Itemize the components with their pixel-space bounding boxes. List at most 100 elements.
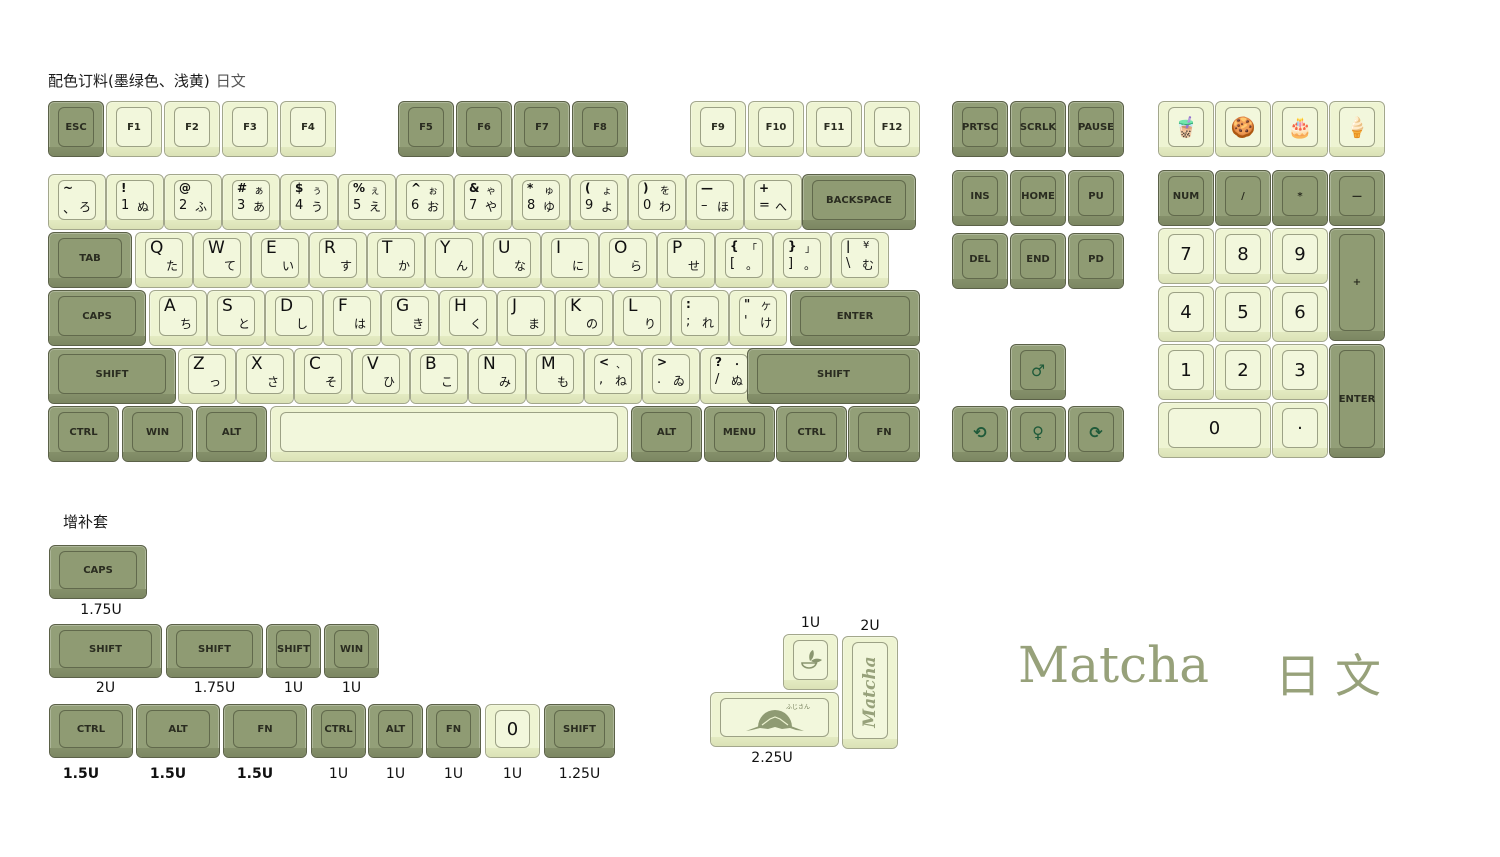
key-f8[interactable]: F8 xyxy=(572,101,628,157)
key-num-enter[interactable]: ENTER xyxy=(1329,344,1385,458)
key-num-0[interactable]: 0 xyxy=(1158,402,1271,458)
key-home[interactable]: HOME xyxy=(1010,170,1066,226)
key-f3[interactable]: F3 xyxy=(222,101,278,157)
novelty-key-tea[interactable] xyxy=(783,634,838,690)
key-num-6[interactable]: 6 xyxy=(1272,286,1328,342)
key-b[interactable]: Bこ xyxy=(410,348,468,404)
key-f2[interactable]: F2 xyxy=(164,101,220,157)
key-y[interactable]: Yん xyxy=(425,232,483,288)
key-ctrl-right[interactable]: CTRL xyxy=(776,406,847,462)
extra-key-ctrl-3[interactable]: CTRL xyxy=(311,704,366,758)
key-backspace[interactable]: BACKSPACE xyxy=(802,174,916,230)
key-q-sym-1[interactable]: }] 」。 xyxy=(773,232,831,288)
key-q-sym-2[interactable]: | \ ¥ む xyxy=(831,232,889,288)
key-f7[interactable]: F7 xyxy=(514,101,570,157)
key-caps[interactable]: CAPS xyxy=(48,290,146,346)
key-num-9[interactable]: 9 xyxy=(1272,228,1328,284)
key-r[interactable]: Rす xyxy=(309,232,367,288)
extra-key-0-6[interactable]: 0 xyxy=(485,704,540,758)
key-num-divide[interactable]: / xyxy=(1215,170,1271,226)
key-macro-1[interactable]: 🧋 xyxy=(1158,101,1214,157)
key-num-plus[interactable]: + xyxy=(1329,228,1385,341)
key-spacebar[interactable] xyxy=(270,406,628,462)
key-f11[interactable]: F11 xyxy=(806,101,862,157)
extra-key-alt-4[interactable]: ALT xyxy=(368,704,423,758)
key-h[interactable]: Hく xyxy=(439,290,497,346)
key-num-1[interactable]: 1 xyxy=(1158,344,1214,400)
key-number-12[interactable]: + = へ xyxy=(744,174,802,230)
extra-key-ctrl-0[interactable]: CTRL xyxy=(49,704,133,758)
key-alt-left[interactable]: ALT xyxy=(196,406,267,462)
key-numlock[interactable]: NUM xyxy=(1158,170,1214,226)
key-macro-3[interactable]: 🎂 xyxy=(1272,101,1328,157)
key-a-sym-1[interactable]: " ' ケけ xyxy=(729,290,787,346)
key-pu[interactable]: PU xyxy=(1068,170,1124,226)
key-f12[interactable]: F12 xyxy=(864,101,920,157)
key-num-multiply[interactable]: * xyxy=(1272,170,1328,226)
key-del[interactable]: DEL xyxy=(952,233,1008,289)
extra-key-alt-1[interactable]: ALT xyxy=(136,704,220,758)
key-q[interactable]: Qた xyxy=(135,232,193,288)
key-number-11[interactable]: — – ほ xyxy=(686,174,744,230)
key-num-4[interactable]: 4 xyxy=(1158,286,1214,342)
key-esc[interactable]: ESC xyxy=(48,101,104,157)
key-enter[interactable]: ENTER xyxy=(790,290,920,346)
key-macro-2[interactable]: 🍪 xyxy=(1215,101,1271,157)
key-number-1[interactable]: ! 1 ぬ xyxy=(106,174,164,230)
key-f9[interactable]: F9 xyxy=(690,101,746,157)
key-ins[interactable]: INS xyxy=(952,170,1008,226)
key-fn[interactable]: FN xyxy=(848,406,920,462)
key-pause[interactable]: PAUSE xyxy=(1068,101,1124,157)
key-z-sym-1[interactable]: >. ゐ xyxy=(642,348,700,404)
key-t[interactable]: Tか xyxy=(367,232,425,288)
key-arrow-down[interactable]: ♀ xyxy=(1010,406,1066,462)
key-i[interactable]: Iに xyxy=(541,232,599,288)
key-a-sym-0[interactable]: :; れ xyxy=(671,290,729,346)
key-g[interactable]: Gき xyxy=(381,290,439,346)
key-shift-right[interactable]: SHIFT xyxy=(747,348,920,404)
novelty-key-matcha[interactable]: Matcha xyxy=(842,636,898,749)
key-num-dot[interactable]: · xyxy=(1272,402,1328,458)
key-menu[interactable]: MENU xyxy=(704,406,775,462)
key-number-6[interactable]: ^ 6 ぉお xyxy=(396,174,454,230)
key-num-7[interactable]: 7 xyxy=(1158,228,1214,284)
key-l[interactable]: Lり xyxy=(613,290,671,346)
key-z[interactable]: Zっ xyxy=(178,348,236,404)
key-tab[interactable]: TAB xyxy=(48,232,132,288)
key-num-5[interactable]: 5 xyxy=(1215,286,1271,342)
key-f10[interactable]: F10 xyxy=(748,101,804,157)
key-q-sym-0[interactable]: {[「。 xyxy=(715,232,773,288)
key-o[interactable]: Oら xyxy=(599,232,657,288)
key-win[interactable]: WIN xyxy=(122,406,193,462)
key-num-2[interactable]: 2 xyxy=(1215,344,1271,400)
extra-key-caps[interactable]: CAPS xyxy=(49,545,147,599)
key-z-sym-0[interactable]: <, 、ね xyxy=(584,348,642,404)
key-u[interactable]: Uな xyxy=(483,232,541,288)
extra-key-shift-7[interactable]: SHIFT xyxy=(544,704,615,758)
extra-key-shift-2[interactable]: SHIFT xyxy=(266,624,321,678)
key-macro-4[interactable]: 🍦 xyxy=(1329,101,1385,157)
key-number-3[interactable]: #3 ぁあ xyxy=(222,174,280,230)
key-x[interactable]: Xさ xyxy=(236,348,294,404)
key-a[interactable]: Aち xyxy=(149,290,207,346)
key-f[interactable]: Fは xyxy=(323,290,381,346)
key-number-7[interactable]: & 7 ゃや xyxy=(454,174,512,230)
key-arrow-left[interactable]: ⟲ xyxy=(952,406,1008,462)
key-w[interactable]: Wて xyxy=(193,232,251,288)
key-number-10[interactable]: ) 0 をわ xyxy=(628,174,686,230)
key-alt-right[interactable]: ALT xyxy=(631,406,702,462)
key-arrow-right[interactable]: ⟳ xyxy=(1068,406,1124,462)
key-scrlk[interactable]: SCRLK xyxy=(1010,101,1066,157)
key-p[interactable]: Pせ xyxy=(657,232,715,288)
key-ctrl-left[interactable]: CTRL xyxy=(48,406,119,462)
key-number-8[interactable]: * 8 ゅゆ xyxy=(512,174,570,230)
key-m[interactable]: Mも xyxy=(526,348,584,404)
key-num-8[interactable]: 8 xyxy=(1215,228,1271,284)
key-j[interactable]: Jま xyxy=(497,290,555,346)
key-e[interactable]: Eい xyxy=(251,232,309,288)
extra-key-fn-5[interactable]: FN xyxy=(426,704,481,758)
key-number-5[interactable]: % 5 ぇえ xyxy=(338,174,396,230)
extra-key-shift-1[interactable]: SHIFT xyxy=(166,624,263,678)
key-num-minus[interactable]: — xyxy=(1329,170,1385,226)
key-n[interactable]: Nみ xyxy=(468,348,526,404)
